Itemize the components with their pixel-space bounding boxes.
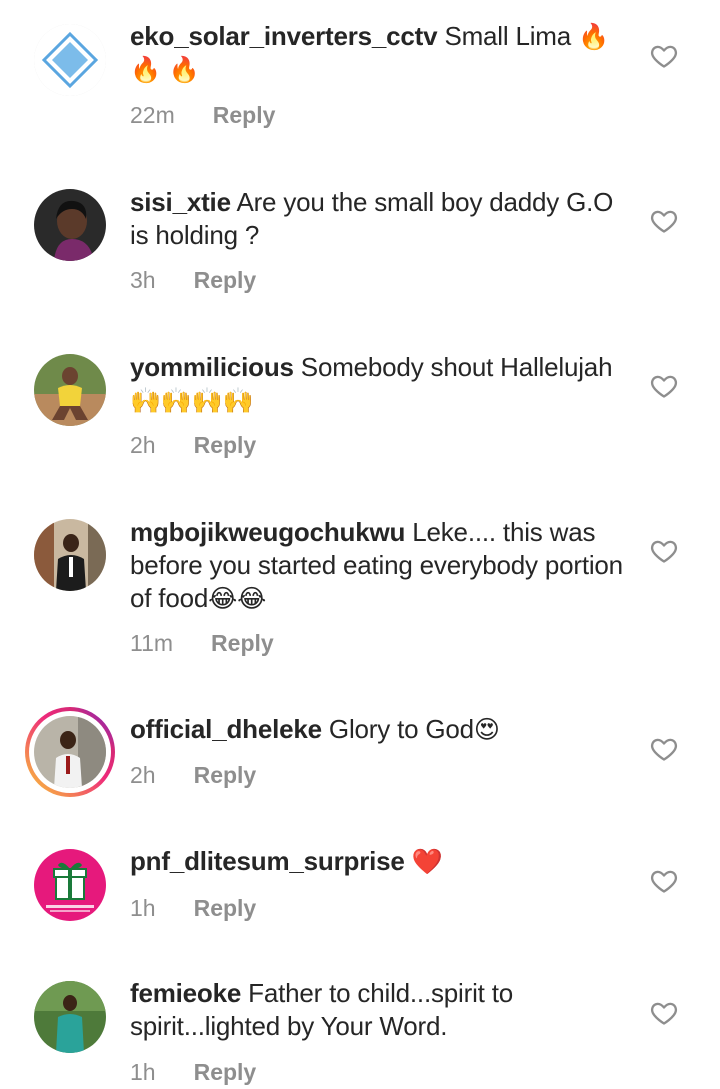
comment-body: Somebody shout Hallelujah bbox=[300, 352, 613, 382]
user-photo-icon bbox=[34, 189, 106, 261]
comment-timestamp: 22m bbox=[130, 102, 175, 128]
comment-timestamp: 3h bbox=[130, 267, 156, 293]
comment-text: yommilicious Somebody shout Hallelujah 🙌… bbox=[130, 351, 630, 417]
reply-button[interactable]: Reply bbox=[213, 102, 276, 129]
like-heart-icon[interactable] bbox=[650, 537, 678, 565]
avatar bbox=[34, 716, 106, 788]
reply-button[interactable]: Reply bbox=[194, 762, 257, 789]
comment-text: eko_solar_inverters_cctv Small Lima 🔥 🔥 … bbox=[130, 20, 630, 86]
like-heart-icon[interactable] bbox=[650, 42, 678, 70]
comment-username[interactable]: official_dheleke bbox=[130, 714, 322, 744]
comment-username[interactable]: pnf_dlitesum_surprise bbox=[130, 846, 405, 876]
avatar-ring-gap bbox=[29, 711, 111, 793]
comment-username[interactable]: yommilicious bbox=[130, 352, 294, 382]
like-heart-icon[interactable] bbox=[650, 999, 678, 1027]
comment-body: Small Lima bbox=[444, 21, 572, 51]
avatar[interactable] bbox=[34, 354, 106, 426]
user-photo-icon bbox=[34, 519, 106, 591]
user-photo-icon bbox=[34, 981, 106, 1053]
comment-meta: 2h Reply bbox=[130, 432, 256, 459]
comment-text: sisi_xtie Are you the small boy daddy G.… bbox=[130, 186, 630, 252]
comment-text: official_dheleke Glory to God😍 bbox=[130, 713, 630, 746]
comment-body: Glory to God bbox=[328, 714, 474, 744]
comment-emoji: ❤️ bbox=[411, 847, 443, 876]
like-heart-icon[interactable] bbox=[650, 735, 678, 763]
comment-timestamp: 2h bbox=[130, 762, 156, 788]
comment-emoji: 😍 bbox=[473, 715, 500, 744]
comment-timestamp: 2h bbox=[130, 432, 156, 458]
like-heart-icon[interactable] bbox=[650, 867, 678, 895]
reply-button[interactable]: Reply bbox=[194, 432, 257, 459]
reply-button[interactable]: Reply bbox=[194, 895, 257, 922]
reply-button[interactable]: Reply bbox=[194, 267, 257, 294]
comment-meta: 1h Reply bbox=[130, 1059, 256, 1086]
gift-box-avatar-icon bbox=[34, 849, 106, 921]
comment-meta: 3h Reply bbox=[130, 267, 256, 294]
like-heart-icon[interactable] bbox=[650, 372, 678, 400]
comment-meta: 22m Reply bbox=[130, 102, 275, 129]
comment-meta: 1h Reply bbox=[130, 895, 256, 922]
avatar[interactable] bbox=[34, 24, 106, 96]
comment-text: pnf_dlitesum_surprise ❤️ bbox=[130, 845, 630, 878]
comment-username[interactable]: femieoke bbox=[130, 978, 241, 1008]
avatar-story-ring[interactable] bbox=[25, 707, 115, 797]
avatar[interactable] bbox=[34, 981, 106, 1053]
comment-emoji: 🙌🙌🙌🙌 bbox=[130, 386, 254, 415]
comment-username[interactable]: mgbojikweugochukwu bbox=[130, 517, 405, 547]
like-heart-icon[interactable] bbox=[650, 207, 678, 235]
avatar[interactable] bbox=[34, 519, 106, 591]
comment-username[interactable]: sisi_xtie bbox=[130, 187, 231, 217]
avatar[interactable] bbox=[34, 189, 106, 261]
comment-text: femieoke Father to child...spirit to spi… bbox=[130, 977, 630, 1043]
reply-button[interactable]: Reply bbox=[194, 1059, 257, 1086]
comment-text: mgbojikweugochukwu Leke.... this was bef… bbox=[130, 516, 630, 615]
comment-meta: 2h Reply bbox=[130, 762, 256, 789]
reply-button[interactable]: Reply bbox=[211, 630, 274, 657]
comment-meta: 11m Reply bbox=[130, 630, 274, 657]
comment-emoji: 😂😂 bbox=[208, 584, 267, 613]
user-photo-icon bbox=[34, 716, 106, 788]
user-photo-icon bbox=[34, 354, 106, 426]
comment-username[interactable]: eko_solar_inverters_cctv bbox=[130, 21, 438, 51]
comment-timestamp: 1h bbox=[130, 1059, 156, 1085]
comment-timestamp: 1h bbox=[130, 895, 156, 921]
comment-timestamp: 11m bbox=[130, 630, 174, 656]
avatar[interactable] bbox=[34, 849, 106, 921]
solar-logo-avatar-icon bbox=[34, 24, 106, 96]
